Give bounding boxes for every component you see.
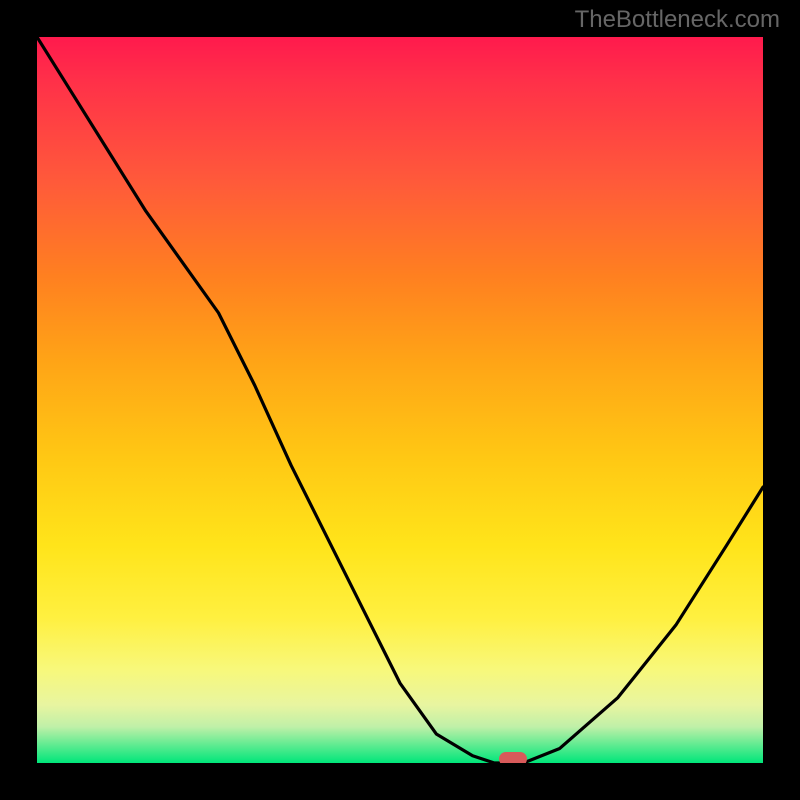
- watermark-text: TheBottleneck.com: [575, 6, 780, 34]
- bottleneck-curve: [37, 37, 763, 763]
- plot-area: [37, 37, 763, 763]
- curve-path: [37, 37, 763, 763]
- optimal-marker: [499, 752, 527, 763]
